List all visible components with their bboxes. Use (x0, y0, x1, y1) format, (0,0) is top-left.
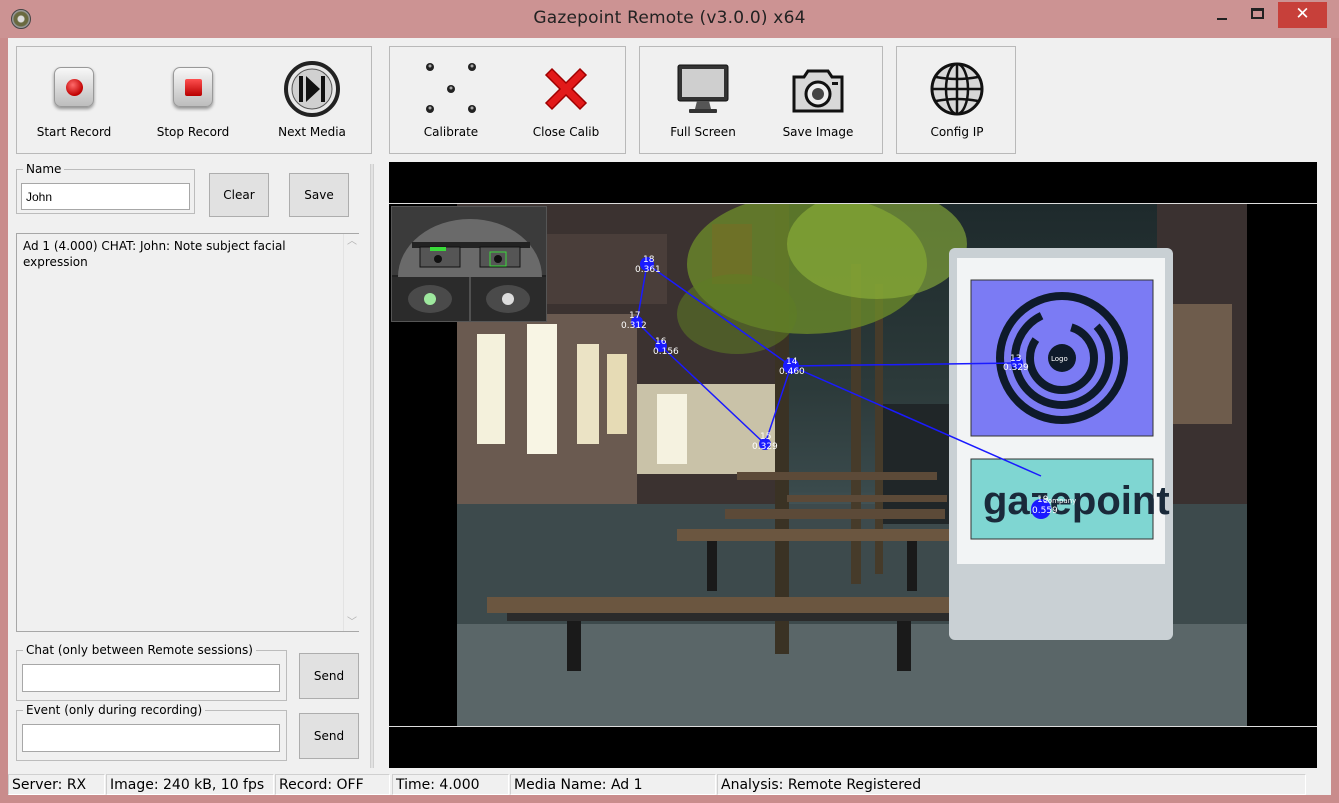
full-screen-label: Full Screen (670, 125, 736, 139)
stimulus-image: gazepoint 18 0.361 17 0.312 16 0.156 15 … (457, 204, 1247, 726)
status-image: Image: 240 kB, 10 fps (106, 774, 274, 795)
status-bar: Server: RX Image: 240 kB, 10 fps Record:… (8, 771, 1331, 795)
chat-send-button[interactable]: Send (299, 653, 359, 699)
fixation-14-dur: 0.460 (779, 367, 805, 377)
start-record-button[interactable]: Start Record (19, 47, 129, 153)
fixation-17-dur: 0.312 (621, 321, 647, 331)
red-x-icon (538, 61, 594, 117)
client-area: Start Record Stop Record Next Media Cali… (8, 38, 1331, 795)
start-record-label: Start Record (36, 125, 112, 139)
fixation-18-dur: 0.361 (635, 265, 661, 275)
calibration-toolbar-group: Calibrate Close Calib (389, 46, 626, 154)
fixation-15-dur: 0.329 (752, 442, 778, 452)
clear-button[interactable]: Clear (209, 173, 269, 217)
title-bar: Gazepoint Remote (v3.0.0) x64 ✕ (0, 0, 1339, 38)
next-media-label: Next Media (278, 125, 346, 139)
fixation-18-id: 18 (643, 255, 655, 265)
record-icon (46, 61, 102, 117)
fixation-15-id: 15 (760, 432, 771, 442)
config-ip-label: Config IP (930, 125, 984, 139)
stop-icon (165, 61, 221, 117)
log-scrollbar[interactable]: ︿ ﹀ (343, 234, 360, 631)
fixation-19-dur: 0.559 (1032, 506, 1058, 516)
config-toolbar-group: Config IP (896, 46, 1016, 154)
status-time: Time: 4.000 (392, 774, 509, 795)
fixation-13-dur: 0.329 (1003, 363, 1029, 373)
eye-camera-preview (391, 206, 547, 322)
billboard-brand-text: gazepoint (983, 479, 1170, 523)
panel-splitter[interactable] (370, 164, 374, 768)
calibrate-button[interactable]: Calibrate (396, 47, 506, 153)
close-icon: ✕ (1295, 4, 1310, 24)
maximize-icon (1251, 8, 1264, 19)
stop-record-button[interactable]: Stop Record (138, 47, 248, 153)
maximize-button[interactable] (1241, 2, 1275, 28)
company-aoi-label: Company (1043, 497, 1076, 505)
full-screen-button[interactable]: Full Screen (648, 47, 758, 153)
close-calib-button[interactable]: Close Calib (511, 47, 621, 153)
name-legend: Name (23, 162, 65, 176)
fixation-14-id: 14 (786, 357, 798, 367)
fixation-16-dur: 0.156 (653, 347, 679, 357)
calibrate-icon (423, 61, 479, 117)
next-media-button[interactable]: Next Media (257, 47, 367, 153)
log-entry: Ad 1 (4.000) CHAT: John: Note subject fa… (23, 239, 286, 269)
minimize-icon (1217, 18, 1227, 20)
event-input[interactable] (22, 724, 280, 752)
screen-toolbar-group: Full Screen Save Image (639, 46, 883, 154)
monitor-icon (675, 61, 731, 117)
scroll-down-icon[interactable]: ﹀ (344, 615, 360, 631)
save-image-label: Save Image (782, 125, 854, 139)
event-legend: Event (only during recording) (23, 703, 206, 717)
media-viewer: gazepoint 18 0.361 17 0.312 16 0.156 15 … (389, 162, 1317, 768)
status-record: Record: OFF (275, 774, 390, 795)
status-analysis: Analysis: Remote Registered (717, 774, 1306, 795)
chat-legend: Chat (only between Remote sessions) (23, 643, 256, 657)
scroll-up-icon[interactable]: ︿ (344, 234, 360, 250)
globe-icon (929, 61, 985, 117)
close-calib-label: Close Calib (532, 125, 600, 139)
fixation-17-id: 17 (629, 311, 640, 321)
viewer-frame: gazepoint 18 0.361 17 0.312 16 0.156 15 … (389, 203, 1317, 727)
stop-record-label: Stop Record (156, 125, 230, 139)
status-media-name: Media Name: Ad 1 (510, 774, 716, 795)
chat-input[interactable] (22, 664, 280, 692)
calibrate-label: Calibrate (423, 125, 479, 139)
save-button[interactable]: Save (289, 173, 349, 217)
record-toolbar-group: Start Record Stop Record Next Media (16, 46, 372, 154)
event-log[interactable]: Ad 1 (4.000) CHAT: John: Note subject fa… (16, 233, 360, 632)
status-server: Server: RX (8, 774, 105, 795)
fixation-16-id: 16 (655, 337, 667, 347)
close-button[interactable]: ✕ (1278, 2, 1327, 28)
camera-icon (790, 61, 846, 117)
window-title: Gazepoint Remote (v3.0.0) x64 (533, 8, 806, 28)
save-image-button[interactable]: Save Image (763, 47, 873, 153)
event-send-button[interactable]: Send (299, 713, 359, 759)
next-media-icon (284, 61, 340, 117)
name-input[interactable] (21, 183, 190, 210)
minimize-button[interactable] (1205, 2, 1239, 28)
logo-aoi-label: Logo (1051, 355, 1068, 363)
config-ip-button[interactable]: Config IP (902, 47, 1012, 153)
